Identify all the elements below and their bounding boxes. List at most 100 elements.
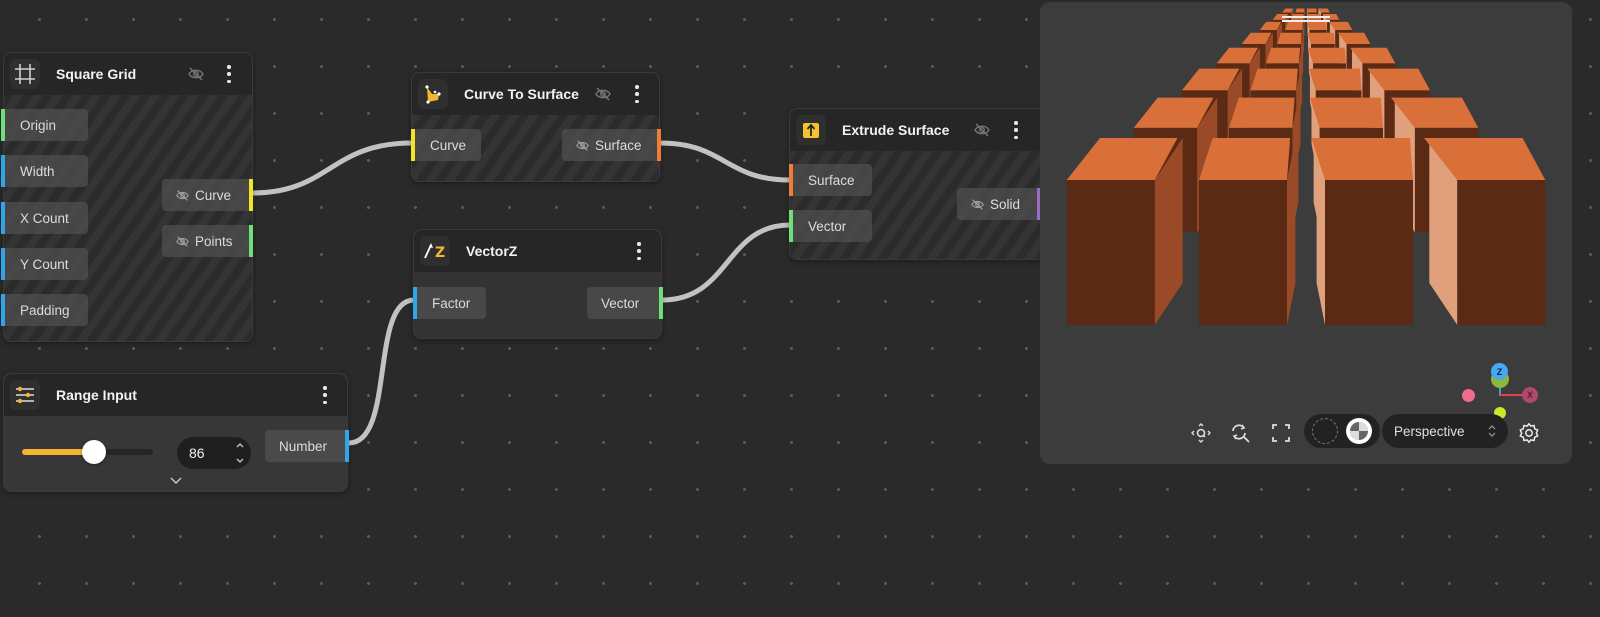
eye-off-icon[interactable] (176, 189, 189, 202)
input-x-count[interactable]: X Count (1, 202, 88, 234)
eye-off-icon[interactable] (176, 235, 189, 248)
box-top-face (1250, 68, 1298, 91)
node-curve-to-surface[interactable]: Curve To Surface Curve Surface (411, 72, 661, 182)
node-vectorz[interactable]: Z VectorZ Factor Vector (413, 229, 663, 339)
box-top-face (1277, 32, 1302, 44)
node-menu-icon[interactable] (1013, 121, 1019, 139)
wireframe-shading-button[interactable] (1312, 418, 1338, 444)
slider-thumb[interactable] (82, 440, 107, 464)
3d-viewport[interactable]: Z X Perspective (1040, 2, 1572, 464)
box-front-face (1199, 180, 1287, 325)
node-header[interactable]: Extrude Surface (790, 109, 1063, 151)
3d-scene[interactable] (1040, 2, 1572, 464)
input-origin[interactable]: Origin (1, 109, 88, 141)
output-number[interactable]: Number (265, 430, 349, 462)
box-front-face (1066, 180, 1155, 325)
box-front-face (1457, 180, 1546, 325)
settings-icon[interactable] (1517, 421, 1541, 445)
box-top-face (1228, 97, 1295, 128)
eye-off-icon[interactable] (974, 122, 990, 138)
curve-surface-icon (418, 79, 448, 109)
chevron-updown-icon (1488, 425, 1496, 437)
port-label: Y Count (20, 256, 69, 272)
extrude-icon (796, 115, 826, 145)
eye-off-icon[interactable] (971, 198, 984, 211)
neg-x-axis-dot[interactable] (1462, 389, 1475, 402)
eye-off-icon[interactable] (576, 139, 589, 152)
node-extrude-surface[interactable]: Extrude Surface Surface Vector Solid (789, 108, 1064, 260)
node-square-grid[interactable]: Square Grid Origin Width X Count Y Count… (1, 52, 253, 342)
port-handle[interactable] (789, 164, 793, 196)
input-factor[interactable]: Factor (413, 287, 486, 319)
box-top-face (1285, 21, 1303, 30)
port-handle[interactable] (1, 294, 5, 326)
node-body: 86 Number (4, 416, 349, 492)
port-handle[interactable] (1, 109, 5, 141)
svg-text:Z: Z (435, 245, 445, 261)
x-axis-dot[interactable]: X (1522, 387, 1538, 403)
number-input[interactable]: 86 (177, 437, 251, 469)
input-padding[interactable]: Padding (1, 294, 88, 326)
output-curve[interactable]: Curve (162, 179, 253, 211)
port-handle[interactable] (789, 210, 793, 242)
node-range-input[interactable]: Range Input 86 Number (3, 373, 349, 492)
range-slider[interactable] (22, 440, 153, 464)
port-handle[interactable] (1, 248, 5, 280)
node-header[interactable]: Z VectorZ (414, 230, 661, 272)
z-axis-dot[interactable]: Z (1491, 363, 1508, 380)
eye-off-icon[interactable] (188, 66, 204, 82)
zoom-reset-icon[interactable] (1228, 421, 1252, 445)
box-top-face (1295, 8, 1305, 13)
sliders-icon (10, 380, 40, 410)
node-title: Square Grid (56, 66, 137, 82)
input-surface[interactable]: Surface (789, 164, 872, 196)
port-handle[interactable] (345, 430, 349, 462)
input-y-count[interactable]: Y Count (1, 248, 88, 280)
port-label: Curve (195, 187, 232, 203)
port-label: Width (20, 163, 55, 179)
port-handle[interactable] (1, 202, 5, 234)
output-surface[interactable]: Surface (562, 129, 661, 161)
port-label: Origin (20, 117, 57, 133)
fit-view-icon[interactable] (1269, 421, 1293, 445)
output-solid[interactable]: Solid (957, 188, 1041, 220)
output-points[interactable]: Points (162, 225, 253, 257)
port-label: Surface (595, 137, 642, 153)
port-handle[interactable] (249, 179, 253, 211)
port-handle[interactable] (411, 129, 415, 161)
node-header[interactable]: Square Grid (4, 53, 252, 95)
pan-zoom-icon[interactable] (1189, 421, 1213, 445)
port-handle[interactable] (249, 225, 253, 257)
extruded-box (1311, 138, 1413, 325)
node-header[interactable]: Range Input (4, 374, 347, 416)
node-title: Extrude Surface (842, 122, 950, 138)
eye-off-icon[interactable] (595, 86, 611, 102)
number-value: 86 (189, 445, 205, 461)
input-vector[interactable]: Vector (789, 210, 872, 242)
node-menu-icon[interactable] (226, 65, 232, 83)
port-handle[interactable] (659, 287, 663, 319)
shading-toggle[interactable] (1304, 414, 1380, 448)
node-menu-icon[interactable] (322, 386, 328, 404)
port-handle[interactable] (657, 129, 661, 161)
wire-surface (657, 140, 793, 183)
port-label: Padding (20, 302, 70, 318)
port-handle[interactable] (413, 287, 417, 319)
vector-z-icon: Z (420, 236, 450, 266)
port-handle[interactable] (1, 155, 5, 187)
chevron-down-icon[interactable] (169, 475, 183, 485)
node-body: Surface Vector Solid (789, 151, 1063, 259)
node-menu-icon[interactable] (634, 85, 640, 103)
port-label: Points (195, 233, 233, 249)
input-curve[interactable]: Curve (411, 129, 481, 161)
wire-curve (249, 140, 415, 196)
input-width[interactable]: Width (1, 155, 88, 187)
stepper-icon[interactable] (235, 441, 245, 465)
port-label: Vector (808, 218, 847, 234)
node-header[interactable]: Curve To Surface (412, 73, 659, 115)
projection-select[interactable]: Perspective (1382, 414, 1508, 448)
node-menu-icon[interactable] (636, 242, 642, 260)
drag-handle[interactable] (1282, 16, 1330, 22)
solid-shading-button[interactable] (1346, 418, 1372, 444)
output-vector[interactable]: Vector (587, 287, 663, 319)
